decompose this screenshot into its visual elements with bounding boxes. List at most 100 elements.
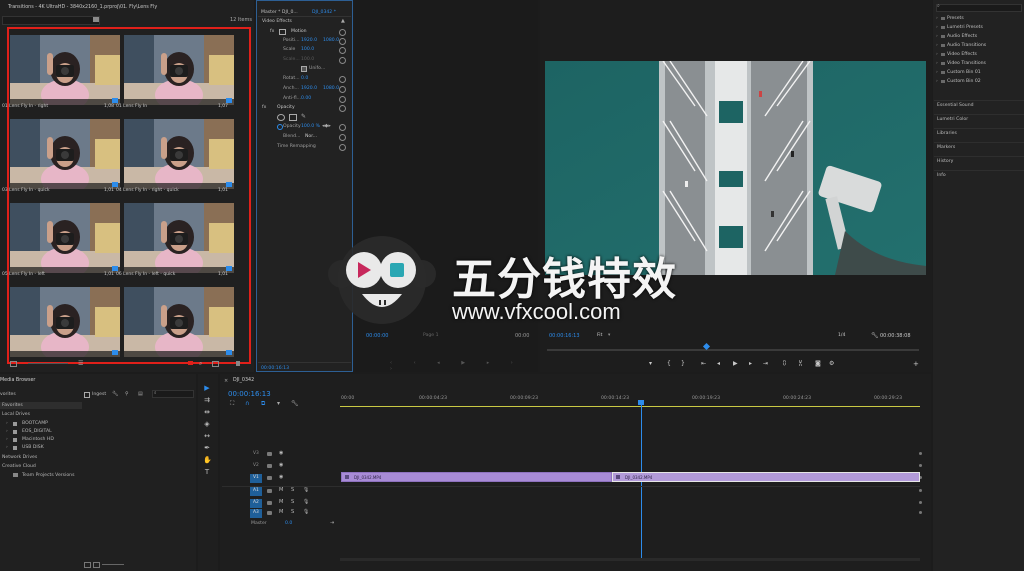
search-bar[interactable] bbox=[2, 16, 100, 25]
search-icon[interactable]: ⌕ bbox=[199, 360, 202, 368]
source-page[interactable]: Page 1 bbox=[423, 333, 439, 338]
keyframe-nav-icon[interactable]: ◂◆▸ bbox=[322, 123, 331, 129]
expand-arrow-icon[interactable]: › bbox=[6, 437, 8, 442]
program-fit[interactable]: Fit bbox=[597, 333, 602, 338]
sort-icon[interactable]: ☰ bbox=[78, 360, 83, 367]
mute-icon[interactable] bbox=[267, 501, 272, 505]
side-panel-tab[interactable]: Libraries bbox=[937, 131, 957, 136]
media-zoom-slider[interactable] bbox=[102, 564, 124, 565]
expand-arrow-icon[interactable]: › bbox=[6, 421, 8, 426]
favorites-tab[interactable]: vorites bbox=[0, 392, 16, 397]
reset-icon[interactable] bbox=[339, 96, 346, 103]
drive-item[interactable]: BOOTCAMP bbox=[22, 421, 48, 426]
media-browser-tab[interactable]: Media Browser bbox=[0, 378, 35, 383]
reset-icon[interactable] bbox=[339, 124, 346, 131]
clip-thumbnail[interactable] bbox=[124, 203, 234, 273]
zoom-slider[interactable] bbox=[28, 363, 68, 364]
expand-arrow-icon[interactable]: › bbox=[936, 16, 938, 21]
solo-icon[interactable]: M bbox=[279, 509, 283, 515]
mark-in-icon[interactable]: { bbox=[667, 360, 671, 367]
effects-item[interactable]: Lumetri Presets bbox=[947, 25, 983, 30]
clip-thumbnail[interactable] bbox=[124, 119, 234, 189]
solo-toggle-icon[interactable]: S bbox=[291, 509, 294, 515]
reset-icon[interactable] bbox=[339, 86, 346, 93]
selection-tool-icon[interactable]: ▶ bbox=[203, 384, 211, 392]
expand-arrow-icon[interactable]: › bbox=[6, 445, 8, 450]
step-back-icon[interactable]: ◂ bbox=[717, 360, 720, 367]
microphone-icon[interactable]: 🎙︎ bbox=[303, 499, 309, 505]
clip-thumbnail[interactable] bbox=[10, 119, 120, 189]
clip-thumbnail[interactable] bbox=[10, 287, 120, 357]
reset-icon[interactable] bbox=[339, 144, 346, 151]
reset-icon[interactable] bbox=[339, 134, 346, 141]
extract-icon[interactable]: ⩈ bbox=[799, 360, 802, 368]
side-panel-tab[interactable]: Markers bbox=[937, 145, 955, 150]
side-panel-tab[interactable]: Essential Sound bbox=[937, 103, 974, 108]
timeline-settings-icon[interactable]: 🔧︎ bbox=[291, 400, 299, 407]
go-to-out-icon[interactable]: ⇥ bbox=[763, 360, 768, 367]
ec-rotation-val[interactable]: 0.0 bbox=[301, 76, 308, 81]
media-wrench-icon[interactable]: 🔧︎ bbox=[112, 391, 118, 397]
pen-mask-icon[interactable]: ✎ bbox=[301, 113, 306, 120]
ec-opacity-val[interactable]: 100.0 % bbox=[301, 124, 320, 129]
linked-select-icon[interactable]: ⧉ bbox=[261, 400, 265, 408]
side-panel-tab[interactable]: Lumetri Color bbox=[937, 117, 968, 122]
reset-icon[interactable] bbox=[339, 57, 346, 64]
expand-arrow-icon[interactable]: › bbox=[936, 79, 938, 84]
ec-position-y[interactable]: 1080.0 bbox=[323, 38, 339, 43]
uniform-checkbox[interactable] bbox=[301, 66, 307, 72]
solo-toggle-icon[interactable]: S bbox=[291, 487, 294, 493]
program-timecode[interactable]: 00:00:16:13 bbox=[549, 333, 580, 339]
mute-icon[interactable] bbox=[267, 489, 272, 493]
sync-lock-icon[interactable] bbox=[267, 476, 272, 480]
nest-icon[interactable]: ⛶ bbox=[230, 400, 234, 408]
effects-item[interactable]: Presets bbox=[947, 16, 964, 21]
media-grid-icon[interactable] bbox=[93, 562, 100, 568]
drive-item[interactable]: EOS_DIGITAL bbox=[22, 429, 52, 434]
ec-anchor-x[interactable]: 1920.0 bbox=[301, 86, 317, 91]
wrench-icon[interactable]: 🔧︎ bbox=[871, 332, 879, 339]
master-val[interactable]: 0.0 bbox=[285, 521, 292, 526]
eye-icon[interactable]: ◉ bbox=[279, 474, 283, 480]
eye-icon[interactable]: ◉ bbox=[279, 462, 283, 468]
go-to-in-icon[interactable]: ⇤ bbox=[701, 360, 706, 367]
side-panel-tab[interactable]: Info bbox=[937, 173, 946, 178]
ec-tab-clip[interactable]: DJI_0342 * bbox=[312, 10, 336, 15]
ec-antiflicker-val[interactable]: 0.00 bbox=[301, 96, 311, 101]
snap-icon[interactable]: ∩ bbox=[245, 400, 249, 407]
reset-icon[interactable] bbox=[339, 105, 346, 112]
effects-item[interactable]: Video Transitions bbox=[947, 61, 986, 66]
play-icon[interactable]: ▶ bbox=[733, 360, 738, 367]
ec-scale-val[interactable]: 100.0 bbox=[301, 47, 314, 52]
add-marker-icon[interactable]: ▾ bbox=[277, 400, 280, 407]
sync-lock-icon[interactable] bbox=[267, 452, 272, 456]
razor-tool-icon[interactable]: ◈ bbox=[203, 420, 211, 428]
program-scrubber[interactable] bbox=[547, 349, 919, 351]
program-add-icon[interactable]: + bbox=[913, 360, 919, 368]
microphone-icon[interactable]: 🎙︎ bbox=[303, 487, 309, 493]
clip-a[interactable]: DJI_0342.MP4 bbox=[341, 472, 612, 482]
team-projects[interactable]: Team Projects Versions bbox=[22, 473, 74, 478]
rect-mask-icon[interactable] bbox=[289, 114, 297, 121]
ec-scroll-up-icon[interactable]: ▲ bbox=[341, 18, 345, 24]
timeline-close-icon[interactable]: × bbox=[224, 378, 228, 384]
hand-tool-icon[interactable]: ✋ bbox=[203, 456, 212, 464]
trash-icon[interactable] bbox=[236, 361, 240, 366]
sync-lock-icon[interactable] bbox=[267, 464, 272, 468]
pen-tool-icon[interactable]: ✒ bbox=[203, 444, 211, 452]
work-area-bar[interactable] bbox=[340, 406, 920, 407]
clip-thumbnail[interactable] bbox=[10, 203, 120, 273]
new-bin-icon[interactable] bbox=[188, 361, 193, 365]
settings-icon[interactable]: ⚙ bbox=[829, 360, 834, 367]
expand-arrow-icon[interactable]: › bbox=[936, 34, 938, 39]
effects-item[interactable]: Custom Bin 01 bbox=[947, 70, 981, 75]
expand-arrow-icon[interactable]: › bbox=[936, 52, 938, 57]
expand-arrow-icon[interactable]: › bbox=[936, 43, 938, 48]
drive-item[interactable]: USB DISK bbox=[22, 445, 44, 450]
expand-arrow-icon[interactable]: › bbox=[936, 70, 938, 75]
ellipse-mask-icon[interactable] bbox=[277, 114, 285, 121]
ec-blend-val[interactable]: Nor... bbox=[305, 134, 317, 139]
ec-position-x[interactable]: 1920.0 bbox=[301, 38, 317, 43]
solo-icon[interactable]: M bbox=[279, 499, 283, 505]
lift-icon[interactable]: ⩇ bbox=[783, 360, 786, 368]
